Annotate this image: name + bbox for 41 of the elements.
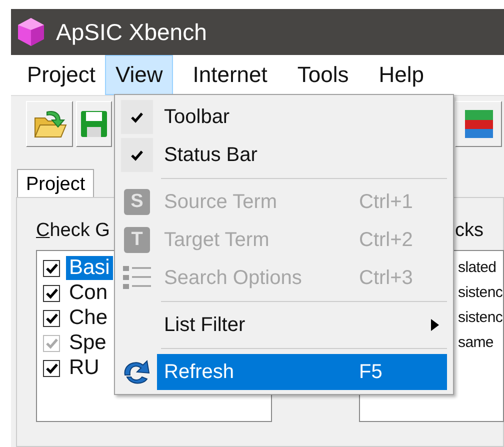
check-icon bbox=[46, 362, 58, 374]
save-button[interactable] bbox=[76, 101, 112, 147]
tab[interactable]: Project bbox=[17, 169, 94, 197]
checkbox[interactable] bbox=[43, 260, 60, 276]
list-item[interactable]: RU bbox=[66, 356, 102, 380]
list-item[interactable]: sistenc bbox=[458, 307, 503, 329]
gem-icon bbox=[16, 17, 46, 47]
color-bars-icon bbox=[464, 109, 494, 139]
menu-item[interactable]: Internet bbox=[182, 55, 278, 95]
submenu-arrow-icon bbox=[431, 319, 439, 331]
folder-icon bbox=[32, 108, 66, 140]
letter-icon: S bbox=[124, 189, 150, 215]
menu-item[interactable]: View bbox=[105, 55, 173, 95]
check-icon bbox=[46, 312, 58, 324]
window-title: ApSIC Xbench bbox=[56, 18, 207, 46]
menu-item[interactable]: Tools bbox=[287, 55, 359, 95]
open-button[interactable] bbox=[26, 101, 73, 147]
menu-item[interactable]: Status Bar bbox=[157, 137, 447, 173]
color-button[interactable] bbox=[455, 101, 502, 147]
letter-icon: T bbox=[124, 227, 150, 253]
list-icon bbox=[121, 264, 153, 292]
menu-item[interactable]: Project bbox=[17, 55, 106, 95]
checkbox[interactable] bbox=[43, 310, 60, 326]
list-item[interactable]: Che bbox=[66, 306, 111, 330]
list-item[interactable]: Basi bbox=[66, 256, 113, 280]
checkbox[interactable] bbox=[43, 284, 60, 302]
menu-item[interactable]: List Filter bbox=[157, 307, 447, 343]
menu-item[interactable]: Toolbar bbox=[157, 99, 447, 135]
menu-item[interactable]: Help bbox=[368, 55, 434, 95]
checkbox[interactable] bbox=[43, 360, 60, 376]
check-icon bbox=[46, 288, 58, 298]
list-item[interactable]: Con bbox=[66, 281, 111, 305]
list-item[interactable]: sistenc bbox=[458, 282, 503, 304]
check-icon bbox=[46, 338, 58, 348]
floppy-icon bbox=[79, 109, 109, 139]
list-item[interactable]: slated bbox=[458, 257, 496, 279]
check-icon bbox=[46, 262, 58, 274]
list-item[interactable]: same bbox=[458, 332, 494, 354]
menu-item[interactable]: Refresh F5 bbox=[157, 354, 447, 390]
section-label: Check G bbox=[36, 220, 110, 242]
section-label: cks bbox=[455, 220, 484, 242]
